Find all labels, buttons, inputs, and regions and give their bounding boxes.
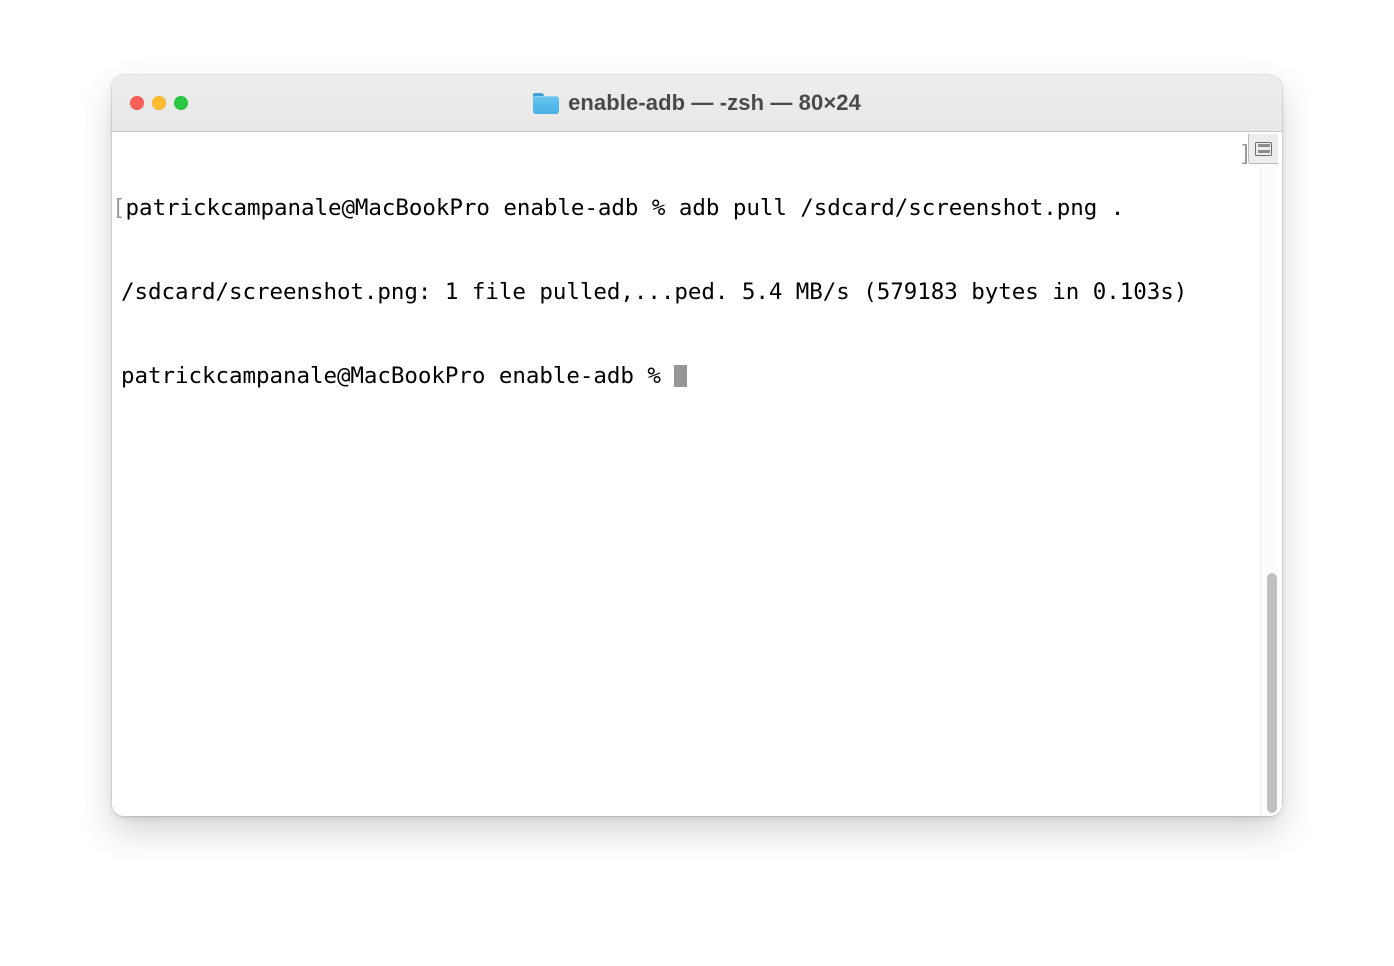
window-titlebar[interactable]: enable-adb — -zsh — 80×24	[112, 75, 1282, 132]
vertical-scrollbar[interactable]	[1260, 164, 1282, 816]
terminal-line-3-text: patrickcampanale@MacBookPro enable-adb %	[121, 363, 675, 389]
zoom-button[interactable]	[174, 96, 188, 110]
window-title-group: enable-adb — -zsh — 80×24	[533, 90, 861, 116]
folder-icon	[533, 92, 560, 114]
terminal-line-1-text: patrickcampanale@MacBookPro enable-adb %…	[125, 195, 1125, 221]
terminal-line-1: [patrickcampanale@MacBookPro enable-adb …	[112, 194, 1282, 222]
marks-button[interactable]	[1248, 134, 1278, 164]
close-button[interactable]	[130, 96, 144, 110]
prompt-mark-bracket: [	[112, 195, 126, 221]
terminal-line-2-text: /sdcard/screenshot.png: 1 file pulled,..…	[121, 279, 1188, 305]
terminal-line-2: /sdcard/screenshot.png: 1 file pulled,..…	[112, 278, 1282, 306]
traffic-light-controls	[130, 96, 188, 110]
minimize-button[interactable]	[152, 96, 166, 110]
terminal-body[interactable]: [patrickcampanale@MacBookPro enable-adb …	[112, 132, 1282, 816]
terminal-window[interactable]: enable-adb — -zsh — 80×24 [patrickcampan…	[112, 75, 1282, 816]
scrollbar-thumb[interactable]	[1266, 572, 1278, 814]
terminal-screen[interactable]: [patrickcampanale@MacBookPro enable-adb …	[112, 138, 1282, 816]
window-title: enable-adb — -zsh — 80×24	[568, 90, 861, 115]
split-pane-icon	[1255, 141, 1272, 156]
terminal-line-3: patrickcampanale@MacBookPro enable-adb %	[112, 362, 1282, 390]
text-cursor	[674, 365, 688, 387]
